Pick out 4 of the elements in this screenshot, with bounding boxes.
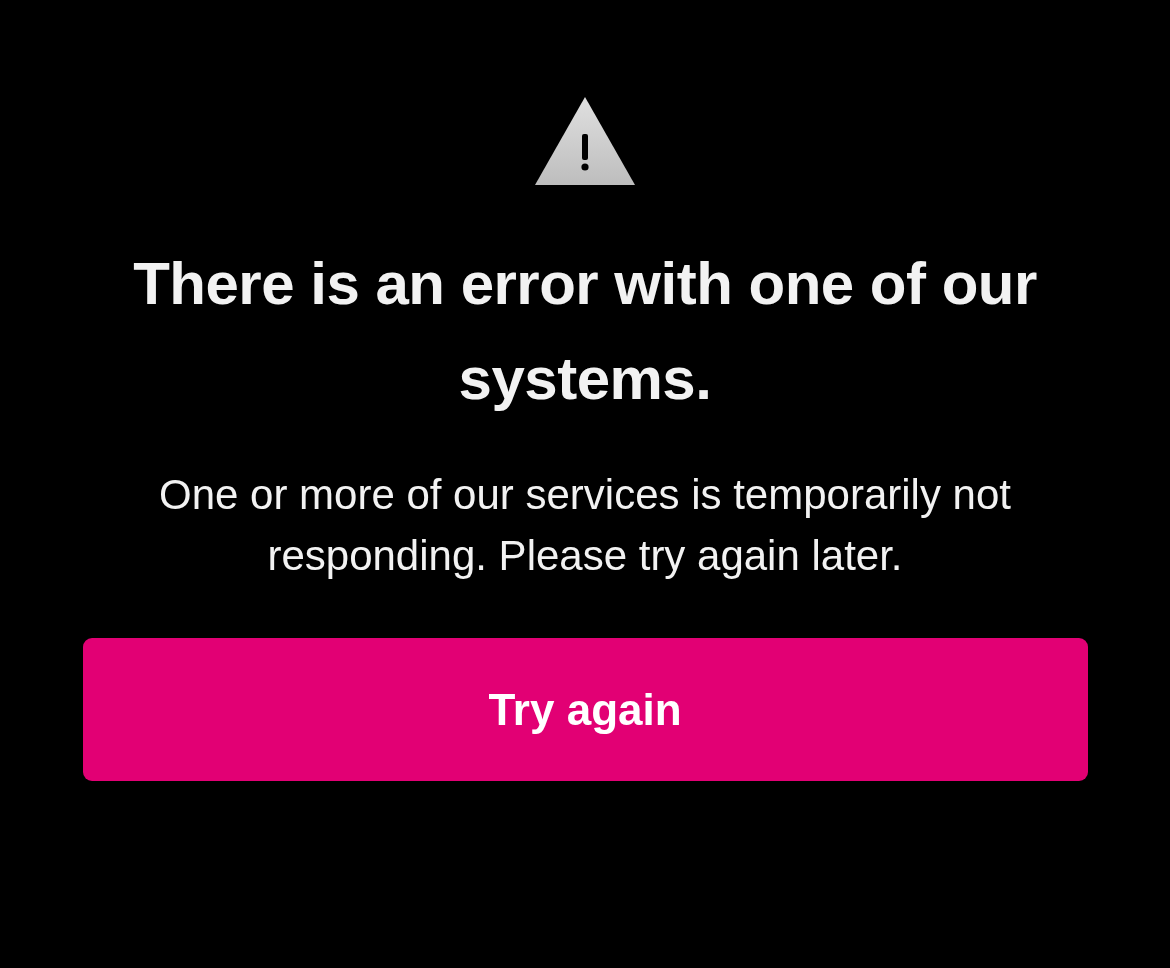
warning-icon	[534, 96, 636, 186]
try-again-button[interactable]: Try again	[82, 638, 1088, 781]
error-title: There is an error with one of our systems.	[132, 249, 1038, 414]
error-message: One or more of our services is temporarily not responding. Please try again later.	[158, 470, 1012, 581]
